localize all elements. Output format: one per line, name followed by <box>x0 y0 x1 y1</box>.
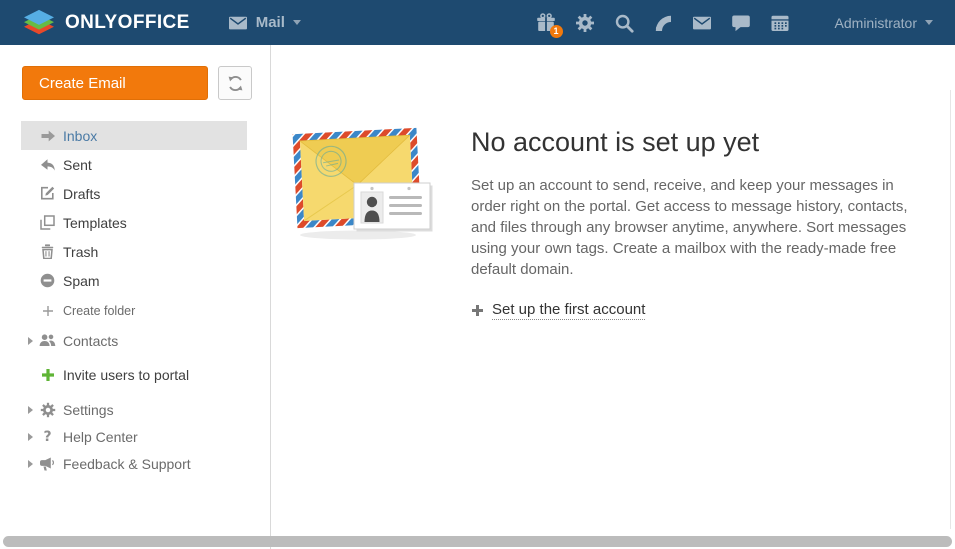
mail-module-icon <box>228 13 248 33</box>
empty-state-panel: No account is set up yet Set up an accou… <box>471 127 931 322</box>
mail-sidebar: Create Email Inbox <box>0 45 271 549</box>
invite-users-label: Invite users to portal <box>63 367 189 383</box>
content-right-edge <box>950 90 951 529</box>
sidebar-item-feedback-support[interactable]: Feedback & Support <box>0 450 270 477</box>
sidebar-item-trash[interactable]: Trash <box>0 237 270 266</box>
sidebar-item-sent[interactable]: Sent <box>0 150 270 179</box>
compose-icon <box>39 185 56 202</box>
sidebar-item-templates[interactable]: Templates <box>0 208 270 237</box>
sidebar-item-help-center[interactable]: ? Help Center <box>0 423 270 450</box>
gift-icon[interactable]: 1 <box>535 12 557 34</box>
user-menu[interactable]: Administrator <box>835 15 933 31</box>
main-content: No account is set up yet Set up an accou… <box>271 45 955 549</box>
talk-icon[interactable] <box>730 12 752 34</box>
expand-caret-icon[interactable] <box>28 406 33 414</box>
sidebar-item-spam[interactable]: Spam <box>0 266 270 295</box>
trash-icon <box>39 243 56 260</box>
sidebar-item-label: Contacts <box>63 333 118 349</box>
chevron-down-icon <box>293 20 301 25</box>
folder-menu: Inbox Sent Drafts <box>0 121 270 477</box>
arrow-right-icon <box>39 127 56 144</box>
brand-name: ONLYOFFICE <box>65 12 190 34</box>
create-folder-button[interactable]: Create folder <box>0 298 270 324</box>
sidebar-item-label: Inbox <box>63 128 97 144</box>
user-name: Administrator <box>835 15 917 31</box>
gift-badge: 1 <box>550 25 563 38</box>
id-card-graphic <box>354 183 433 232</box>
templates-icon <box>39 214 56 231</box>
green-plus-icon <box>39 366 56 383</box>
sidebar-item-label: Settings <box>63 402 114 418</box>
page-title: No account is set up yet <box>471 127 931 158</box>
sidebar-actions: Create Email <box>0 66 270 100</box>
sidebar-item-label: Help Center <box>63 429 138 445</box>
expand-caret-icon[interactable] <box>28 433 33 441</box>
horizontal-scrollbar[interactable] <box>3 536 952 547</box>
page-body: Create Email Inbox <box>0 45 955 549</box>
feed-glyph <box>653 13 673 33</box>
settings-icon[interactable] <box>574 12 596 34</box>
sidebar-item-settings[interactable]: Settings <box>0 396 270 423</box>
reply-arrow-icon <box>39 156 56 173</box>
sidebar-item-contacts[interactable]: Contacts <box>0 326 270 355</box>
calendar-glyph <box>770 13 790 33</box>
search-icon[interactable] <box>613 12 635 34</box>
sidebar-item-label: Spam <box>63 273 100 289</box>
sidebar-item-label: Templates <box>63 215 127 231</box>
feed-icon[interactable] <box>652 12 674 34</box>
sidebar-item-label: Trash <box>63 244 98 260</box>
expand-caret-icon[interactable] <box>28 460 33 468</box>
megaphone-icon <box>39 455 56 472</box>
chevron-down-icon <box>925 20 933 25</box>
sidebar-item-label: Feedback & Support <box>63 456 191 472</box>
sidebar-item-label: Sent <box>63 157 92 173</box>
refresh-button[interactable] <box>218 66 252 100</box>
create-folder-label: Create folder <box>63 304 135 318</box>
plus-icon <box>39 303 56 320</box>
calendar-icon[interactable] <box>769 12 791 34</box>
header-icon-row: 1 <box>535 12 791 34</box>
sidebar-item-drafts[interactable]: Drafts <box>0 179 270 208</box>
sidebar-item-inbox[interactable]: Inbox <box>21 121 247 150</box>
top-navigation-bar: ONLYOFFICE Mail 1 <box>0 0 955 45</box>
envelope-illustration <box>292 127 434 241</box>
create-email-button[interactable]: Create Email <box>22 66 208 100</box>
setup-link-label: Set up the first account <box>492 301 645 320</box>
expand-caret-icon[interactable] <box>28 337 33 345</box>
onlyoffice-logo[interactable]: ONLYOFFICE <box>22 8 190 38</box>
chat-bubble-glyph <box>731 13 751 33</box>
invite-users-button[interactable]: Invite users to portal <box>0 360 270 389</box>
empty-state-description: Set up an account to send, receive, and … <box>471 175 931 280</box>
mail-icon[interactable] <box>691 12 713 34</box>
gear-glyph <box>575 13 595 33</box>
contacts-icon <box>39 332 56 349</box>
onlyoffice-logo-icon <box>22 8 56 38</box>
refresh-icon <box>227 75 244 92</box>
module-label: Mail <box>256 14 285 31</box>
envelope-glyph <box>692 13 712 33</box>
gear-icon <box>39 401 56 418</box>
sidebar-item-label: Drafts <box>63 186 100 202</box>
setup-first-account-link[interactable]: Set up the first account <box>471 301 645 320</box>
magnifier-glyph <box>614 13 634 33</box>
block-icon <box>39 272 56 289</box>
plus-icon <box>471 304 484 317</box>
module-selector[interactable]: Mail <box>228 13 301 33</box>
question-mark-icon: ? <box>39 428 56 445</box>
